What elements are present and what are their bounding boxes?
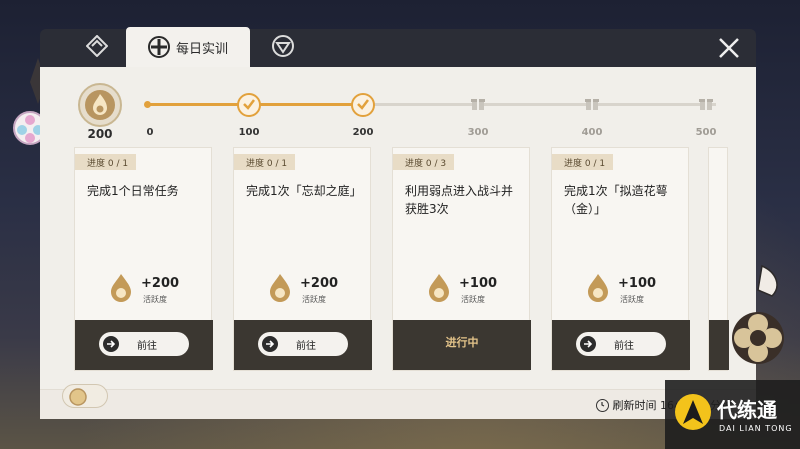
- milestone-label: 100: [238, 127, 260, 138]
- task-reward-value: +200: [141, 276, 180, 291]
- milestone-300-reward[interactable]: [466, 93, 490, 117]
- activity-points-badge: [78, 83, 122, 127]
- task-title: 利用弱点进入战斗并获胜3次: [405, 184, 514, 216]
- task-card: 进度 0 / 3 利用弱点进入战斗并获胜3次 +100 活跃度 进行中: [392, 147, 531, 371]
- progress-empty-track: [366, 103, 716, 106]
- milestone-label: 500: [695, 127, 717, 138]
- task-title: 完成1次「忘却之庭」: [246, 184, 362, 198]
- task-reward-value: +200: [300, 276, 339, 291]
- activity-flame-icon: [85, 90, 115, 120]
- task-reward-label: 活跃度: [620, 295, 644, 304]
- milestone-500-reward[interactable]: [694, 93, 718, 117]
- milestone-100-claimed[interactable]: [237, 93, 261, 117]
- go-button-label: 前往: [614, 340, 634, 352]
- go-button-label: 前往: [137, 340, 157, 352]
- training-wheel-icon: [147, 36, 170, 58]
- milestone-label: 400: [581, 127, 603, 138]
- go-button[interactable]: 前往: [99, 332, 189, 356]
- task-progress-tag: 进度 0 / 1: [75, 154, 137, 170]
- milestone-label: 300: [467, 127, 489, 138]
- task-card-footer: [709, 320, 729, 370]
- gift-icon: [697, 94, 715, 116]
- milestone-start-dot: [144, 101, 151, 108]
- close-button[interactable]: [716, 35, 742, 61]
- activity-points-value: 200: [87, 127, 113, 141]
- task-reward-value: +100: [618, 276, 657, 291]
- panel-footer: 刷新时间 16小时49分钟: [40, 389, 756, 419]
- toggle-button[interactable]: [62, 384, 108, 408]
- milestone-label: 200: [352, 127, 374, 138]
- task-card: 进度 0 / 1 完成1次「忘却之庭」 +200 活跃度 前往: [233, 147, 372, 371]
- arrow-right-icon: [103, 336, 119, 352]
- activity-flame-icon: [584, 272, 612, 304]
- watermark: 代练通 DAI LIAN TONG: [665, 380, 800, 449]
- checkmark-icon: [242, 96, 256, 115]
- clock-icon: [595, 398, 609, 412]
- task-card-footer: 前往: [234, 320, 372, 370]
- activity-flame-icon: [107, 272, 135, 304]
- watermark-logo-icon: [675, 394, 711, 430]
- watermark-subtitle: DAI LIAN TONG: [719, 424, 793, 433]
- task-progress-tag: 进度 0 / 1: [552, 154, 614, 170]
- task-reward-label: 活跃度: [302, 295, 326, 304]
- gift-icon: [469, 94, 487, 116]
- go-button[interactable]: 前往: [258, 332, 348, 356]
- activity-flame-icon: [266, 272, 294, 304]
- shield-badge-icon: [271, 34, 295, 62]
- milestone-200-claimed[interactable]: [351, 93, 375, 117]
- tab-shield[interactable]: [254, 29, 312, 67]
- checkmark-icon: [356, 96, 370, 115]
- activity-progress: 200 0 100 200 300 400 500: [40, 77, 756, 141]
- task-card: 进度 0 / 1 完成1次「拟造花萼（金）」 +100 活跃度 前往: [551, 147, 690, 371]
- task-card-footer: 前往: [75, 320, 213, 370]
- flower-decoration-icon: [728, 262, 788, 380]
- gift-icon: [583, 94, 601, 116]
- task-reward-value: +100: [459, 276, 498, 291]
- task-progress-tag: 进度 0 / 3: [393, 154, 455, 170]
- task-title: 完成1次「拟造花萼（金）」: [564, 184, 668, 216]
- task-reward-label: 活跃度: [461, 295, 485, 304]
- task-card-footer[interactable]: 进行中: [393, 320, 531, 370]
- daily-training-window: 每日实训 200 0 100 200 300 400 500 进度 0 / 1 …: [40, 27, 756, 419]
- watermark-title: 代练通: [717, 398, 777, 422]
- task-card-partial: [708, 147, 729, 371]
- task-progress-tag: 进度 0 / 1: [234, 154, 296, 170]
- tab-emblem[interactable]: [68, 29, 126, 67]
- go-button[interactable]: 前往: [576, 332, 666, 356]
- go-button-label: 前往: [296, 340, 316, 352]
- close-icon: [716, 38, 742, 65]
- task-title: 完成1个日常任务: [87, 184, 179, 198]
- task-card: 进度 0 / 1 完成1个日常任务 +200 活跃度 前往: [74, 147, 213, 371]
- milestone-400-reward[interactable]: [580, 93, 604, 117]
- in-progress-label: 进行中: [445, 336, 479, 349]
- arrow-right-icon: [580, 336, 596, 352]
- tab-daily-training[interactable]: 每日实训: [126, 27, 250, 67]
- task-reward-label: 活跃度: [143, 295, 167, 304]
- activity-flame-icon: [425, 272, 453, 304]
- tab-label: 每日实训: [175, 41, 228, 57]
- milestone-label: 0: [146, 127, 154, 138]
- tab-bar: 每日实训: [40, 27, 756, 67]
- diamond-emblem-icon: [85, 34, 109, 61]
- content-panel: 200 0 100 200 300 400 500 进度 0 / 1 完成1个日…: [40, 67, 756, 419]
- task-card-footer: 前往: [552, 320, 690, 370]
- arrow-right-icon: [262, 336, 278, 352]
